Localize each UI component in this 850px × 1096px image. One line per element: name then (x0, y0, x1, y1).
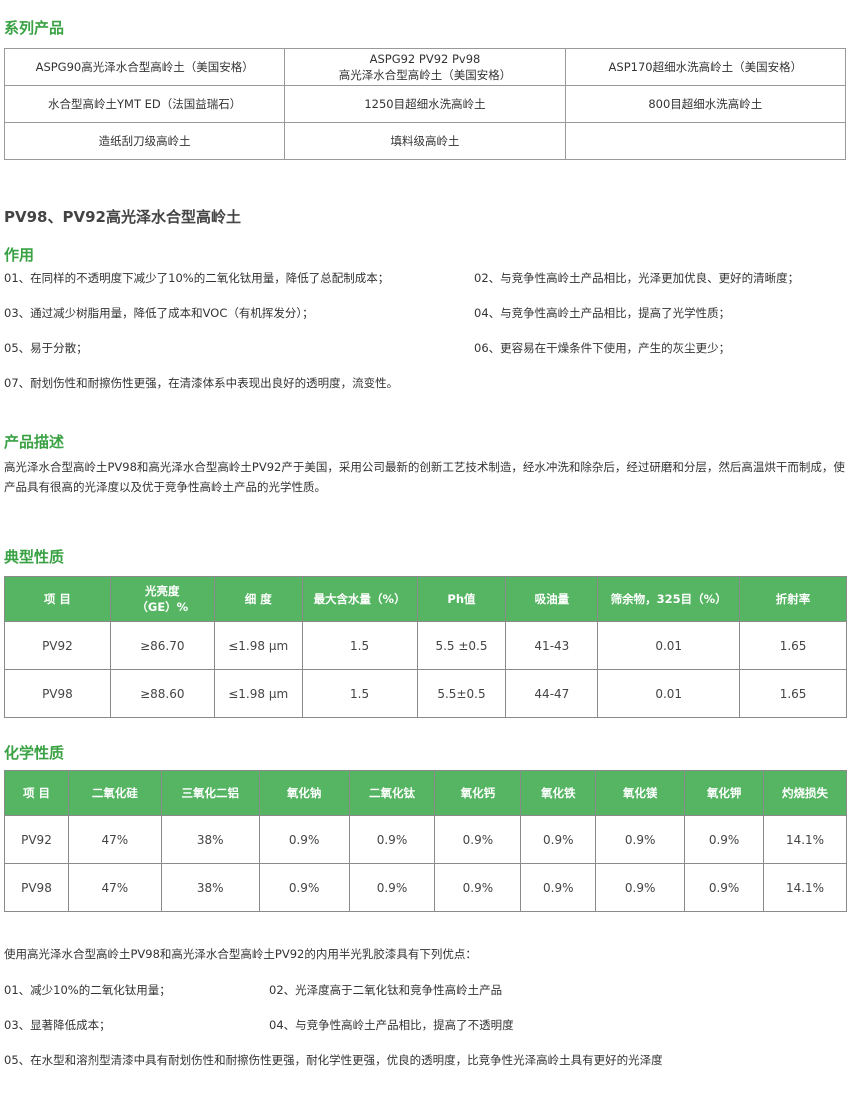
typical-cell: 41-43 (505, 621, 599, 670)
product-cell: 填料级高岭土 (284, 122, 566, 160)
typical-header-cell: 光亮度 （GE）% (109, 576, 215, 622)
product-cell: 造纸刮刀级高岭土 (3, 122, 286, 160)
chemical-cell: 0.9% (520, 863, 597, 912)
chemical-cell: 0.9% (595, 815, 686, 864)
product-row: 造纸刮刀级高岭土 填料级高岭土 (3, 122, 847, 160)
typical-cell: ≥88.60 (109, 669, 215, 718)
chemical-header-cell: 三氧化二铝 (160, 770, 260, 816)
uses-row: 07、耐划伤性和耐擦伤性更强，在清漆体系中表现出良好的透明度，流变性。 (4, 375, 846, 395)
typical-cell: 5.5±0.5 (416, 669, 507, 718)
typical-cell: 0.01 (597, 621, 741, 670)
typical-cell: 1.65 (739, 669, 847, 718)
chemical-cell: 14.1% (763, 815, 847, 864)
uses-item: 01、在同样的不透明度下减少了10%的二氧化钛用量，降低了总配制成本； (4, 271, 390, 285)
chemical-header-cell: 氧化钙 (434, 770, 522, 816)
chemical-header-cell: 氧化铁 (520, 770, 597, 816)
chemical-cell: PV98 (4, 863, 69, 912)
typical-header-cell: 细 度 (213, 576, 303, 622)
chemical-heading: 化学性质 (4, 744, 65, 762)
chemical-cell: 38% (160, 815, 260, 864)
chemical-cell: 47% (67, 815, 162, 864)
typical-row: PV92 ≥86.70 ≤1.98 µm 1.5 5.5 ±0.5 41-43 0.01 1.… (4, 621, 847, 670)
product-row: ASPG90高光泽水合型高岭土（美国安格） ASPG92 PV92 Pv98 高光泽… (3, 48, 847, 86)
uses-row: 05、易于分散； 06、更容易在干燥条件下使用，产生的灰尘更少； (4, 340, 846, 360)
chemical-cell: 0.9% (258, 863, 350, 912)
uses-item: 04、与竞争性高岭土产品相比，提高了光学性质； (474, 306, 731, 320)
typical-cell: 1.5 (301, 621, 418, 670)
typical-header-cell: 筛余物，325目（%） (597, 576, 741, 622)
summary-item: 05、在水型和溶剂型清漆中具有耐划伤性和耐擦伤性更强，耐化学性更强，优良的透明度… (4, 1053, 663, 1067)
typical-cell: 1.5 (301, 669, 418, 718)
chemical-header-cell: 二氧化钛 (348, 770, 436, 816)
uses-row: 01、在同样的不透明度下减少了10%的二氧化钛用量，降低了总配制成本； 02、与竞… (4, 270, 846, 290)
typical-cell: ≤1.98 µm (213, 669, 303, 718)
typical-cell: 0.01 (597, 669, 741, 718)
typical-row: PV98 ≥88.60 ≤1.98 µm 1.5 5.5±0.5 44-47 0.01 1.6… (4, 669, 847, 718)
summary-item: 03、显著降低成本； (4, 1018, 111, 1032)
typical-header-cell: 项 目 (4, 576, 111, 622)
typical-header-cell: Ph值 (416, 576, 507, 622)
uses-item: 06、更容易在干燥条件下使用，产生的灰尘更少； (474, 341, 731, 355)
typical-cell: PV92 (4, 621, 111, 670)
chemical-cell: 14.1% (763, 863, 847, 912)
typical-properties-table: 项 目光亮度 （GE）% 细 度最大含水量（%） Ph值 吸油量 筛余物，325目（%）折… (4, 576, 847, 718)
chemical-row: PV98 47% 38% 0.9% 0.9% 0.9% 0.9% 0.9% 0.9% 14.1% (4, 863, 847, 912)
summary-item: 04、与竞争性高岭土产品相比，提高了不透明度 (269, 1018, 514, 1032)
product-cell: 800目超细水洗高岭土 (564, 85, 847, 123)
chemical-header-cell: 氧化钾 (684, 770, 765, 816)
chemical-row: PV92 47% 38% 0.9% 0.9% 0.9% 0.9% 0.9% 0.9% 14.1% (4, 815, 847, 864)
uses-item: 07、耐划伤性和耐擦伤性更强，在清漆体系中表现出良好的透明度，流变性。 (4, 376, 399, 390)
uses-heading: 作用 (4, 246, 35, 264)
uses-item: 05、易于分散； (4, 341, 88, 355)
product-cell: ASP170超细水洗高岭土（美国安格） (564, 48, 847, 86)
chemical-cell: 0.9% (684, 863, 765, 912)
chemical-cell: 38% (160, 863, 260, 912)
chemical-header-cell: 灼烧损失 (763, 770, 847, 816)
chemical-cell: 0.9% (434, 815, 522, 864)
chemical-cell: 0.9% (434, 863, 522, 912)
typical-header-cell: 吸油量 (505, 576, 599, 622)
product-cell: ASPG90高光泽水合型高岭土（美国安格） (3, 48, 286, 86)
typical-cell: ≥86.70 (109, 621, 215, 670)
summary-intro: 使用高光泽水合型高岭土PV98和高光泽水合型高岭土PV92的内用半光乳胶漆具有下… (4, 947, 477, 961)
chemical-cell: 0.9% (258, 815, 350, 864)
typical-header-cell: 折射率 (739, 576, 847, 622)
chemical-header-cell: 氧化钠 (258, 770, 350, 816)
typical-heading: 典型性质 (4, 548, 65, 566)
chemical-header-cell: 项 目 (4, 770, 69, 816)
summary-item: 01、减少10%的二氧化钛用量； (4, 983, 171, 997)
uses-row: 03、通过减少树脂用量，降低了成本和VOC（有机挥发分）； 04、与竞争性高岭土产… (4, 305, 846, 325)
typical-cell: 5.5 ±0.5 (416, 621, 507, 670)
chemical-cell: 0.9% (684, 815, 765, 864)
product-cell (564, 122, 847, 160)
product-cell: 水合型高岭土YMT ED（法国益瑞石） (3, 85, 286, 123)
typical-cell: PV98 (4, 669, 111, 718)
summary-item: 02、光泽度高于二氧化钛和竞争性高岭土产品 (269, 983, 503, 997)
series-heading: 系列产品 (4, 19, 65, 37)
product-description: 高光泽水合型高岭土PV98和高光泽水合型高岭土PV92产于美国，采用公司最新的创… (4, 460, 845, 494)
typical-cell: 1.65 (739, 621, 847, 670)
chemical-cell: 47% (67, 863, 162, 912)
chemical-cell: 0.9% (520, 815, 597, 864)
typical-header-cell: 最大含水量（%） (301, 576, 418, 622)
uses-item: 03、通过减少树脂用量，降低了成本和VOC（有机挥发分）； (4, 306, 314, 320)
typical-cell: 44-47 (505, 669, 599, 718)
chemical-header-cell: 二氧化硅 (67, 770, 162, 816)
product-row: 水合型高岭土YMT ED（法国益瑞石） 1250目超细水洗高岭土 800目超细水洗高… (3, 85, 847, 123)
chemical-cell: 0.9% (595, 863, 686, 912)
chemical-cell: 0.9% (348, 815, 436, 864)
uses-item: 02、与竞争性高岭土产品相比，光泽更加优良、更好的清晰度； (474, 271, 800, 285)
chemical-header-cell: 氧化镁 (595, 770, 686, 816)
chemical-cell: PV92 (4, 815, 69, 864)
chemical-properties-table: 项 目二氧化硅 三氧化二铝 氧化钠 二氧化钛 氧化钙 氧化铁 氧化镁 氧化钾 灼烧损失 PV92… (4, 770, 847, 912)
typical-cell: ≤1.98 µm (213, 621, 303, 670)
product-table: ASPG90高光泽水合型高岭土（美国安格） ASPG92 PV92 Pv98 高光泽… (3, 48, 847, 160)
product-title: PV98、PV92高光泽水合型高岭土 (4, 208, 241, 226)
product-cell: 1250目超细水洗高岭土 (284, 85, 566, 123)
description-heading: 产品描述 (4, 433, 65, 451)
product-cell: ASPG92 PV92 Pv98 高光泽水合型高岭土（美国安格） (284, 48, 566, 86)
chemical-cell: 0.9% (348, 863, 436, 912)
